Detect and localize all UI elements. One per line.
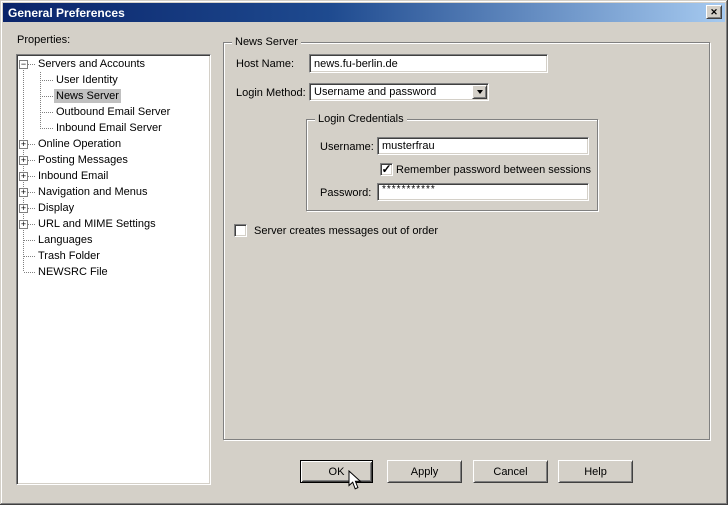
- tree-item-label[interactable]: Display: [36, 201, 76, 215]
- tree-item-label[interactable]: News Server: [54, 89, 121, 103]
- remember-password-checkbox[interactable]: ✓: [380, 163, 393, 176]
- tree-item-label[interactable]: Inbound Email: [36, 169, 110, 183]
- tree-connector: [40, 111, 54, 113]
- tree-item-languages[interactable]: Languages: [17, 232, 210, 248]
- tree-connector: [28, 143, 36, 145]
- tree-item-outbound-email-server[interactable]: Outbound Email Server: [17, 104, 210, 120]
- login-credentials-group-title: Login Credentials: [315, 113, 407, 125]
- login-method-value: Username and password: [314, 86, 437, 98]
- tree-connector: [28, 191, 36, 193]
- apply-button[interactable]: Apply: [387, 460, 462, 483]
- tree-item-newsrc-file[interactable]: NEWSRC File: [17, 264, 210, 280]
- cancel-button[interactable]: Cancel: [473, 460, 548, 483]
- tree-item-user-identity[interactable]: User Identity: [17, 72, 210, 88]
- tree-item-label[interactable]: Outbound Email Server: [54, 105, 172, 119]
- tree-connector: [24, 271, 36, 273]
- host-name-input[interactable]: [314, 57, 547, 70]
- login-method-label: Login Method:: [236, 87, 306, 99]
- tree-item-display[interactable]: + Display: [17, 200, 210, 216]
- out-of-order-label[interactable]: Server creates messages out of order: [254, 225, 438, 237]
- host-name-field-wrap: [309, 54, 548, 73]
- tree-item-servers-and-accounts[interactable]: − Servers and Accounts: [17, 56, 210, 72]
- tree-connector: [28, 223, 36, 225]
- tree-connector: [28, 207, 36, 209]
- password-label: Password:: [320, 187, 372, 199]
- window-title: General Preferences: [8, 5, 125, 20]
- expand-icon[interactable]: +: [19, 187, 28, 197]
- tree-item-label[interactable]: Navigation and Menus: [36, 185, 149, 199]
- news-server-group-title: News Server: [232, 36, 301, 48]
- password-field-wrap: [377, 183, 589, 201]
- expand-icon[interactable]: +: [19, 203, 28, 213]
- expand-icon[interactable]: +: [19, 219, 28, 229]
- tree-item-posting-messages[interactable]: + Posting Messages: [17, 152, 210, 168]
- out-of-order-checkbox[interactable]: [234, 224, 247, 237]
- remember-password-label[interactable]: Remember password between sessions: [396, 164, 591, 176]
- general-preferences-dialog: General Preferences ✕ Properties: − Serve…: [0, 0, 728, 505]
- username-field-wrap: [377, 137, 589, 155]
- tree-item-url-and-mime-settings[interactable]: + URL and MIME Settings: [17, 216, 210, 232]
- login-method-select[interactable]: Username and password: [309, 83, 489, 101]
- properties-tree: − Servers and Accounts User Identity News S…: [16, 54, 211, 485]
- login-credentials-group: Login Credentials Username: ✓ Remember p…: [306, 113, 598, 211]
- expand-icon[interactable]: +: [19, 155, 28, 165]
- mouse-cursor-icon: [348, 470, 362, 490]
- tree-connector: [24, 239, 36, 241]
- ok-button[interactable]: OK: [300, 460, 373, 483]
- properties-label: Properties:: [17, 34, 71, 46]
- tree-connector: [40, 95, 54, 97]
- tree-connector: [24, 255, 36, 257]
- tree-connector: [28, 159, 36, 161]
- expand-icon[interactable]: +: [19, 139, 28, 149]
- tree-item-online-operation[interactable]: + Online Operation: [17, 136, 210, 152]
- password-input[interactable]: [382, 183, 588, 195]
- expand-icon[interactable]: +: [19, 171, 28, 181]
- combo-dropdown-button[interactable]: [472, 85, 487, 99]
- tree-item-label[interactable]: NEWSRC File: [36, 265, 110, 279]
- tree-item-label[interactable]: Trash Folder: [36, 249, 102, 263]
- collapse-icon[interactable]: −: [19, 59, 28, 69]
- chevron-down-icon: [476, 90, 483, 94]
- titlebar[interactable]: General Preferences ✕: [3, 3, 725, 22]
- tree-connector: [28, 63, 36, 65]
- tree-item-inbound-email-server[interactable]: Inbound Email Server: [17, 120, 210, 136]
- tree-item-label[interactable]: URL and MIME Settings: [36, 217, 158, 231]
- tree-connector: [40, 79, 54, 81]
- tree-item-label[interactable]: Servers and Accounts: [36, 57, 147, 71]
- tree-item-label[interactable]: Online Operation: [36, 137, 123, 151]
- tree-item-label[interactable]: Inbound Email Server: [54, 121, 164, 135]
- tree-connector: [28, 175, 36, 177]
- news-server-group: News Server Host Name: Login Method: Use…: [223, 36, 710, 440]
- tree-connector: [40, 127, 54, 129]
- tree-item-label[interactable]: Posting Messages: [36, 153, 130, 167]
- tree-item-news-server[interactable]: News Server: [17, 88, 210, 104]
- username-input[interactable]: [382, 140, 588, 152]
- tree-item-trash-folder[interactable]: Trash Folder: [17, 248, 210, 264]
- tree-item-label[interactable]: Languages: [36, 233, 94, 247]
- help-button[interactable]: Help: [558, 460, 633, 483]
- username-label: Username:: [320, 141, 374, 153]
- tree-item-navigation-and-menus[interactable]: + Navigation and Menus: [17, 184, 210, 200]
- tree-item-inbound-email[interactable]: + Inbound Email: [17, 168, 210, 184]
- close-icon[interactable]: ✕: [706, 5, 722, 19]
- tree-item-label[interactable]: User Identity: [54, 73, 120, 87]
- host-name-label: Host Name:: [236, 58, 295, 70]
